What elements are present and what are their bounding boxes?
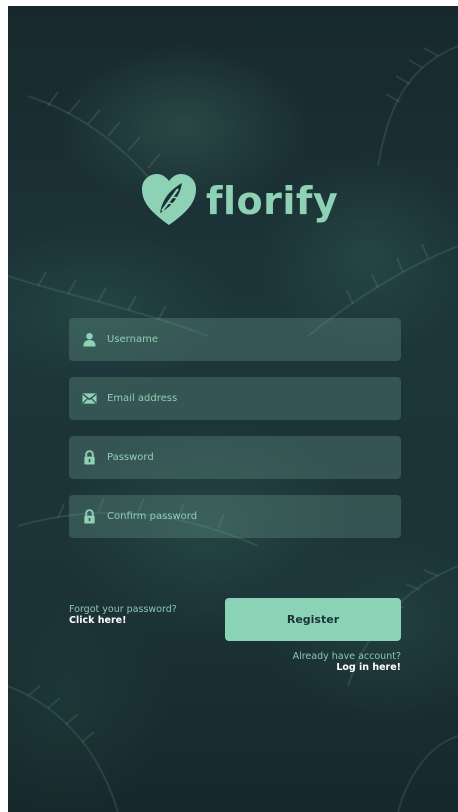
register-button[interactable]: Register: [225, 598, 401, 641]
login-prompt-text: Already have account?: [292, 651, 401, 662]
confirm-password-field[interactable]: Confirm password: [69, 495, 401, 538]
forgot-password-text: Forgot your password?: [69, 604, 177, 615]
username-placeholder: Username: [107, 334, 158, 345]
lock-icon: [80, 508, 98, 526]
envelope-icon: [80, 390, 98, 408]
forgot-password-link[interactable]: Click here!: [69, 615, 177, 626]
username-field[interactable]: Username: [69, 318, 401, 361]
app-screen: florify Username Email address Password …: [8, 6, 458, 812]
password-placeholder: Password: [107, 452, 154, 463]
password-field[interactable]: Password: [69, 436, 401, 479]
forgot-password-block: Forgot your password? Click here!: [69, 604, 177, 626]
person-icon: [80, 331, 98, 349]
brand-name: florify: [206, 179, 339, 223]
heart-leaf-icon: [142, 174, 196, 225]
email-placeholder: Email address: [107, 393, 178, 404]
login-link[interactable]: Log in here!: [293, 662, 401, 673]
confirm-password-placeholder: Confirm password: [107, 511, 198, 522]
login-prompt-block: Already have account? Log in here!: [293, 651, 401, 673]
email-field[interactable]: Email address: [69, 377, 401, 420]
lock-icon: [80, 449, 98, 467]
brand-logo: florify: [138, 169, 338, 231]
